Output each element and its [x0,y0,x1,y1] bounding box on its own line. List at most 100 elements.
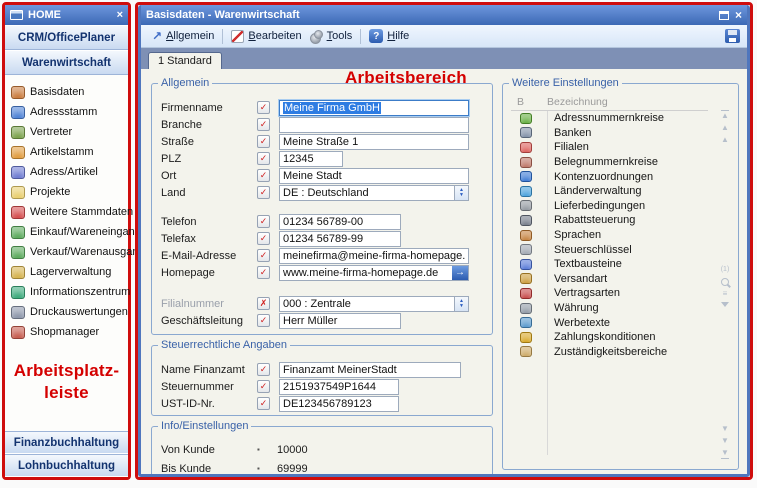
sidebar-group-crm-officeplaner[interactable]: CRM/OfficePlaner [5,25,128,50]
sidebar-item-weitere-stammdaten[interactable]: Weitere Stammdaten [11,202,128,222]
scroll-top-icon[interactable]: ▲ [721,110,729,120]
field-check-icon[interactable]: ✓ [257,363,270,376]
settings-row-banken[interactable]: Banken [511,126,708,141]
settings-row-versandart[interactable]: Versandart [511,272,708,287]
plz-field[interactable] [279,151,343,167]
menu-tools[interactable]: Tools [306,30,357,43]
field-check-icon[interactable]: ✓ [257,314,270,327]
filialnummer-select[interactable]: 000 : Zentrale ▲▼ [279,296,469,312]
field-check-icon[interactable]: ✓ [257,397,270,410]
scroll-bottom-icon[interactable]: ▼ [721,449,729,459]
field-check-icon[interactable]: ✓ [257,215,270,228]
scroll-prev-icon[interactable]: ▲ [721,136,729,144]
field-check-icon[interactable]: ✓ [257,135,270,148]
firmenname-field[interactable]: Meine Firma GmbH [279,100,469,116]
sidebar-item-vertreter[interactable]: Vertreter [11,122,128,142]
menu-allgemein[interactable]: ↗ Allgemein [148,29,218,43]
workplace-bar-panel: HOME × CRM/OfficePlaner Warenwirtschaft … [2,2,131,480]
settings-row-adressnummernkreise[interactable]: Adressnummernkreise [511,111,708,126]
tab-standard[interactable]: 1 Standard [148,52,222,69]
settings-row-textbausteine[interactable]: Textbausteine [511,257,708,272]
field-check-icon[interactable]: ✓ [257,186,270,199]
ustid-field[interactable] [279,396,399,412]
window-titlebar[interactable]: Basisdaten - Warenwirtschaft × [141,5,747,25]
column-header-b[interactable]: B [511,96,547,108]
sidebar-titlebar[interactable]: HOME × [5,5,128,25]
sidebar-item-verkauf-warenausgang[interactable]: Verkauf/Warenausgang [11,242,128,262]
sidebar-item-informationszentrum[interactable]: Informationszentrum [11,282,128,302]
field-check-icon[interactable]: ✓ [257,380,270,393]
branche-field[interactable] [279,117,469,133]
field-cross-icon[interactable]: ✗ [257,297,270,310]
belegnummernkreise-icon [520,157,532,168]
sidebar-group-lohnbuchhaltung[interactable]: Lohnbuchhaltung [5,454,128,477]
save-icon[interactable] [725,29,740,43]
settings-row-rabattsteuerung[interactable]: Rabattsteuerung [511,213,708,228]
scroll-next-icon[interactable]: ▼ [721,425,729,433]
settings-row-zustaendigkeitsbereiche[interactable]: Zuständigkeitsbereiche [511,345,708,360]
sidebar-group-warenwirtschaft[interactable]: Warenwirtschaft [5,50,128,75]
menu-hilfe[interactable]: ? Hilfe [365,29,413,43]
settings-row-filialen[interactable]: Filialen [511,140,708,155]
sidebar-group-finanzbuchhaltung[interactable]: Finanzbuchhaltung [5,431,128,454]
email-field[interactable] [279,248,469,264]
open-homepage-icon[interactable]: → [452,266,468,280]
menu-bearbeiten[interactable]: Bearbeiten [227,30,305,43]
settings-row-steuerschluessel[interactable]: Steuerschlüssel [511,242,708,257]
restore-icon[interactable] [719,11,729,20]
settings-row-zahlungskonditionen[interactable]: Zahlungskonditionen [511,330,708,345]
telefon-field[interactable] [279,214,401,230]
search-icon[interactable] [721,278,729,286]
count-icon[interactable]: (1) [721,266,730,274]
settings-row-werbetexte[interactable]: Werbetexte [511,315,708,330]
column-header-bezeichnung[interactable]: Bezeichnung [547,96,608,108]
geschaeftsleitung-field[interactable] [279,313,401,329]
sidebar-item-artikelstamm[interactable]: Artikelstamm [11,142,128,162]
sidebar-item-adress-artikel[interactable]: Adress/Artikel [11,162,128,182]
telefax-field[interactable] [279,231,401,247]
sidebar-item-basisdaten[interactable]: Basisdaten [11,82,128,102]
settings-row-label: Adressnummernkreise [547,112,664,124]
settings-row-sprachen[interactable]: Sprachen [511,228,708,243]
ort-field[interactable] [279,168,469,184]
filter-icon[interactable] [721,302,729,307]
list-icon[interactable]: ≡ [723,290,728,298]
settings-row-belegnummernkreise[interactable]: Belegnummernkreise [511,155,708,170]
sidebar-item-adressstamm[interactable]: Adressstamm [11,102,128,122]
edit-note-icon [231,30,244,43]
field-check-icon[interactable]: ✓ [257,118,270,131]
settings-row-kontenzuordnungen[interactable]: Kontenzuordnungen [511,169,708,184]
sidebar-close-icon[interactable]: × [117,9,123,21]
settings-row-laenderverwaltung[interactable]: Länderverwaltung [511,184,708,199]
scroll-up-icon[interactable]: ▲ [721,124,729,132]
sidebar-item-lagerverwaltung[interactable]: Lagerverwaltung [11,262,128,282]
field-check-icon[interactable]: ✓ [257,101,270,114]
sidebar-item-einkauf-wareneingang[interactable]: Einkauf/Wareneingang [11,222,128,242]
field-check-icon[interactable]: ✓ [257,152,270,165]
field-label: PLZ [161,153,257,165]
settings-row-vertragsarten[interactable]: Vertragsarten [511,286,708,301]
homepage-field[interactable]: www.meine-firma-homepage.de → [279,265,469,281]
scroll-down-icon[interactable]: ▼ [721,437,729,445]
settings-row-lieferbedingungen[interactable]: Lieferbedingungen [511,199,708,214]
spinner-icon[interactable]: ▲▼ [454,297,468,311]
close-icon[interactable]: × [735,10,742,20]
sidebar-item-druckauswertungen[interactable]: Druckauswertungen [11,302,128,322]
strasse-field[interactable] [279,134,469,150]
settings-row-label: Währung [547,302,599,314]
form-right-column: Weitere Einstellungen B Bezeichnung Adre… [502,83,739,477]
settings-row-waehrung[interactable]: Währung [511,301,708,316]
field-check-icon[interactable]: ✓ [257,169,270,182]
field-check-icon[interactable]: ✓ [257,232,270,245]
field-check-icon[interactable]: ✓ [257,266,270,279]
spinner-icon[interactable]: ▲▼ [454,186,468,200]
land-select[interactable]: DE : Deutschland ▲▼ [279,185,469,201]
settings-table-body: Adressnummernkreise Banken Filialen Bele… [511,111,708,359]
steuernummer-field[interactable] [279,379,399,395]
finanzamt-field[interactable] [279,362,461,378]
field-check-icon[interactable]: ✓ [257,249,270,262]
adressstamm-icon [11,106,25,119]
sidebar-item-shopmanager[interactable]: Shopmanager [11,322,128,342]
field-label: Land [161,187,257,199]
sidebar-item-projekte[interactable]: Projekte [11,182,128,202]
